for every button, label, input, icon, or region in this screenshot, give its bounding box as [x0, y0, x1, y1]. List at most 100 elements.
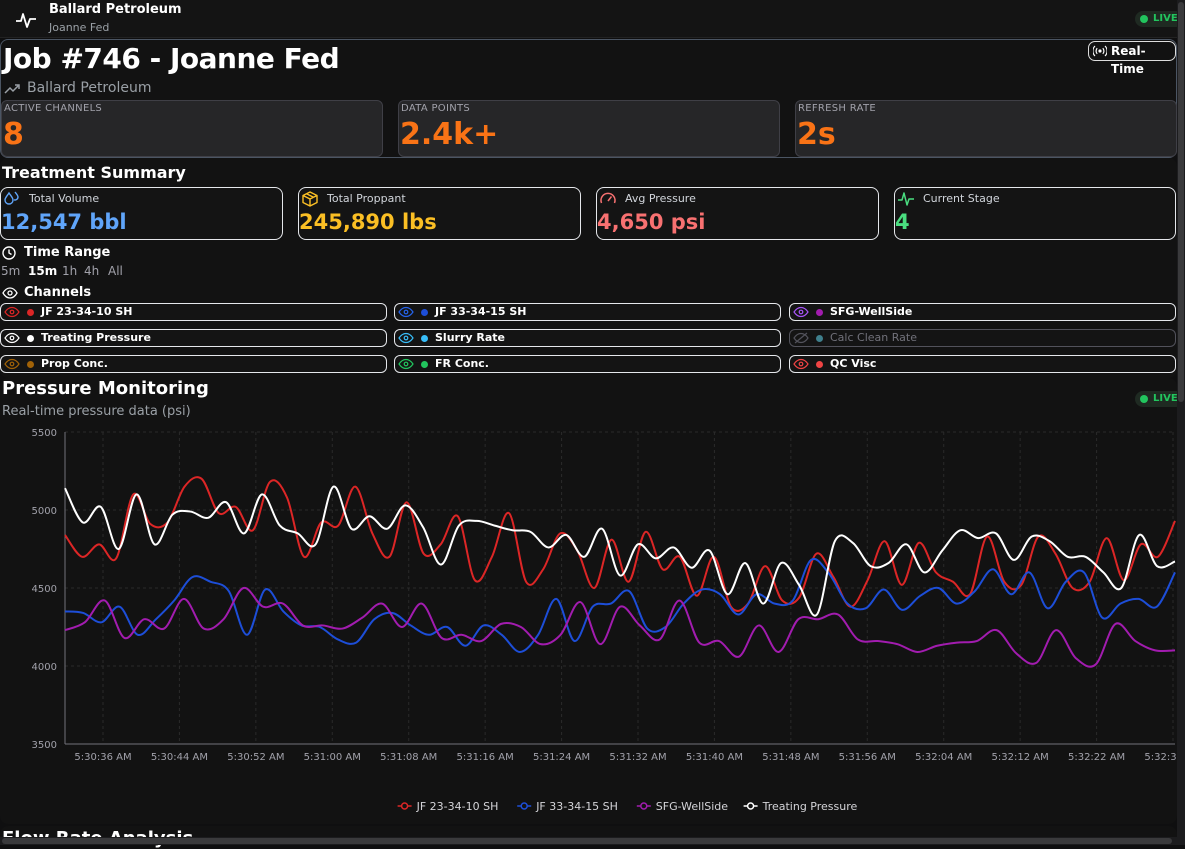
pressure-chart: 3500 4000 4500 5000 5500 5:30:36 AM 5:30:44 AM… [32, 428, 1177, 813]
channel-name: Treating Pressure [41, 331, 151, 344]
x-tick-label: 5:31:48 AM [762, 752, 819, 763]
top-bar: Ballard Petroleum Joanne Fed LIVE [0, 0, 1185, 38]
channel-toggle[interactable]: JF 33-34-15 SH [394, 303, 781, 321]
stat-value: 8 [3, 117, 24, 152]
eye-icon [398, 306, 414, 318]
legend-marker [400, 802, 409, 810]
horizontal-scrollbar[interactable] [0, 837, 1177, 845]
chart-title: Pressure Monitoring [2, 378, 209, 399]
metric-total-proppant: Total Proppant 245,890 lbs [298, 187, 581, 240]
stat-refresh-rate: REFRESH RATE 2s [795, 100, 1177, 157]
channel-name: JF 33-34-15 SH [435, 305, 527, 318]
channel-name: Prop Conc. [41, 357, 108, 370]
channel-color-dot [421, 335, 428, 342]
channel-color-dot [27, 335, 34, 342]
eye-off-icon [793, 332, 809, 344]
treatment-summary: Treatment Summary Total Volume 12,547 bb… [0, 158, 1177, 378]
channel-toggle[interactable]: SFG-WellSide [789, 303, 1176, 321]
job-title: Job #746 - Joanne Fed [3, 42, 340, 75]
channel-name: JF 23-34-10 SH [41, 305, 133, 318]
legend-marker [520, 802, 528, 810]
metric-value: 245,890 lbs [299, 210, 437, 234]
activity-icon [898, 192, 914, 206]
scroll-thumb[interactable] [1178, 2, 1184, 402]
channel-color-dot [816, 335, 823, 342]
metric-current-stage: Current Stage 4 [894, 187, 1176, 240]
channel-color-dot [27, 309, 34, 316]
realtime-button[interactable]: Real-Time [1088, 41, 1176, 76]
y-tick-label: 4000 [32, 662, 57, 673]
realtime-label: Real-Time [1111, 44, 1146, 76]
metric-label: Total Proppant [327, 192, 406, 205]
eye-icon [2, 287, 18, 299]
channel-toggle[interactable]: Calc Clean Rate [789, 329, 1176, 347]
x-tick-label: 5:30:36 AM [74, 752, 131, 763]
x-tick-label: 5:32:12 AM [992, 752, 1049, 763]
metric-avg-pressure: Avg Pressure 4,650 psi [596, 187, 879, 240]
channel-name: Slurry Rate [435, 331, 505, 344]
range-all[interactable]: All [108, 264, 123, 278]
channel-color-dot [421, 361, 428, 368]
metric-label: Current Stage [923, 192, 1000, 205]
vertical-scrollbar[interactable] [1177, 0, 1185, 845]
scroll-thumb[interactable] [2, 838, 1172, 844]
x-tick-label: 5:31:32 AM [609, 752, 666, 763]
legend-marker [640, 802, 648, 810]
channel-color-dot [421, 309, 428, 316]
app-subtitle: Joanne Fed [49, 21, 110, 34]
x-tick-label: 5:32:04 AM [915, 752, 972, 763]
eye-icon [4, 332, 20, 344]
y-tick-label: 5500 [32, 428, 57, 439]
stat-data-points: DATA POINTS 2.4k+ [398, 100, 780, 157]
metric-total-volume: Total Volume 12,547 bbl [0, 187, 283, 240]
stat-active-channels: ACTIVE CHANNELS 8 [1, 100, 383, 157]
channel-name: QC Visc [830, 357, 877, 370]
y-tick-label: 4500 [32, 584, 57, 595]
app-title: Ballard Petroleum [49, 2, 182, 17]
channel-toggle[interactable]: FR Conc. [394, 355, 781, 373]
x-tick-label: 5:30:52 AM [227, 752, 284, 763]
job-card: Job #746 - Joanne Fed Ballard Petroleum … [0, 39, 1177, 158]
legend-label: JF 23-34-10 SH [416, 800, 499, 813]
job-company: Ballard Petroleum [27, 80, 152, 96]
range-15m[interactable]: 15m [28, 264, 57, 278]
metric-value: 4 [895, 210, 910, 234]
channel-name: FR Conc. [435, 357, 489, 370]
package-icon [302, 191, 318, 207]
range-5m[interactable]: 5m [1, 264, 20, 278]
eye-icon [398, 358, 414, 370]
channel-toggle[interactable]: Treating Pressure [0, 329, 387, 347]
clock-icon [2, 246, 16, 260]
x-tick-label: 5:31:16 AM [457, 752, 514, 763]
channel-toggle[interactable]: QC Visc [789, 355, 1176, 373]
eye-icon [793, 306, 809, 318]
metric-value: 12,547 bbl [1, 210, 127, 234]
legend-label: SFG-WellSide [656, 800, 728, 813]
pressure-chart-card: Pressure Monitoring Real-time pressure d… [0, 378, 1184, 824]
channel-color-dot [816, 309, 823, 316]
legend-marker [746, 802, 755, 810]
gauge-icon [600, 192, 616, 204]
x-tick-label: 5:31:40 AM [686, 752, 743, 763]
legend-label: Treating Pressure [762, 800, 858, 813]
channel-toggle[interactable]: JF 23-34-10 SH [0, 303, 387, 321]
y-tick-label: 3500 [32, 740, 57, 751]
trending-up-icon [4, 84, 20, 94]
channel-toggle[interactable]: Prop Conc. [0, 355, 387, 373]
channel-toggle[interactable]: Slurry Rate [394, 329, 781, 347]
x-tick-label: 5:31:56 AM [839, 752, 896, 763]
x-tick-label: 5:31:00 AM [304, 752, 361, 763]
summary-title: Treatment Summary [2, 163, 186, 182]
stat-label: DATA POINTS [401, 103, 471, 114]
range-4h[interactable]: 4h [84, 264, 99, 278]
broadcast-icon [1093, 45, 1107, 57]
channel-name: Calc Clean Rate [830, 331, 917, 344]
legend-label: JF 33-34-15 SH [535, 800, 618, 813]
eye-icon [793, 358, 809, 370]
x-tick-label: 5:32:32 AM [1144, 752, 1177, 763]
eye-icon [4, 306, 20, 318]
range-1h[interactable]: 1h [62, 264, 77, 278]
metric-label: Total Volume [29, 192, 100, 205]
eye-icon [4, 358, 20, 370]
x-tick-label: 5:31:08 AM [380, 752, 437, 763]
